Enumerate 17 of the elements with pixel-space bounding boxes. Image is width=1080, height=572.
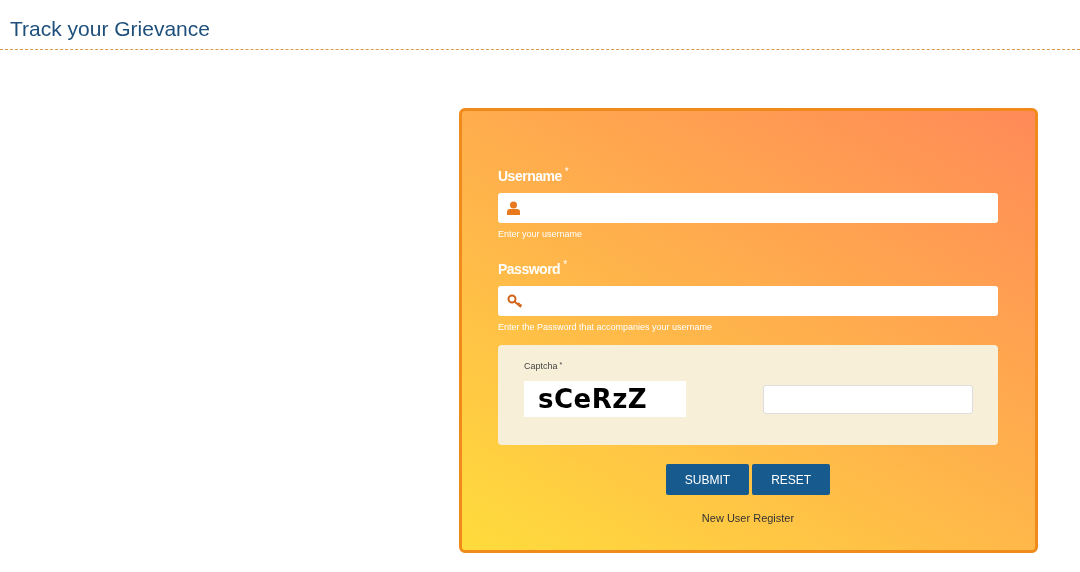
captcha-label: Captcha — [524, 361, 558, 372]
form-button[interactable]: RESET — [752, 464, 831, 495]
required-mark: * — [563, 260, 568, 270]
register-link[interactable]: New User Register — [701, 510, 795, 527]
field-label: Password — [498, 260, 561, 278]
page-title: Track your Grievance — [10, 16, 211, 42]
input-field[interactable] — [498, 286, 998, 316]
field-label: Username — [498, 167, 562, 185]
input-field[interactable] — [498, 193, 998, 223]
field-hint: Enter the Password that accompanies your username — [498, 322, 714, 333]
form-button[interactable]: SUBMIT — [665, 464, 750, 495]
user-icon — [507, 201, 520, 215]
captcha-input[interactable] — [763, 384, 973, 414]
key-icon — [507, 294, 523, 308]
captcha-code: sCeRzZ — [524, 381, 686, 417]
field-hint: Enter your username — [498, 229, 584, 240]
required-mark: * — [564, 167, 569, 177]
